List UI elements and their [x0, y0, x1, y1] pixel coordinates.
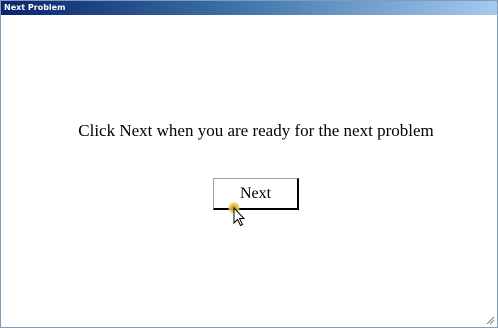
window-title: Next Problem: [4, 3, 66, 12]
dialog-window: Next Problem Click Next when you are rea…: [0, 0, 498, 328]
title-bar[interactable]: Next Problem: [1, 1, 497, 15]
instruction-text: Click Next when you are ready for the ne…: [78, 121, 434, 140]
next-button[interactable]: Next: [213, 178, 299, 210]
resize-grip-icon[interactable]: [485, 315, 495, 325]
